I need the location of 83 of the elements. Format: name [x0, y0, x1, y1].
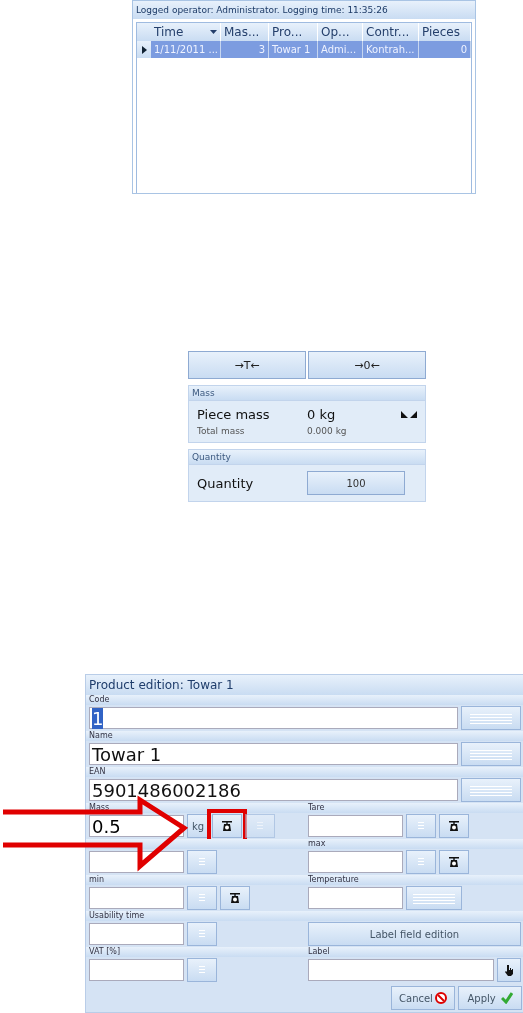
table-cell: Towar 1 — [269, 41, 318, 58]
scale-button[interactable] — [220, 886, 250, 910]
keypad-icon — [197, 964, 207, 976]
field-label: max — [305, 839, 523, 849]
input-field[interactable] — [308, 815, 403, 837]
input-field[interactable] — [89, 887, 184, 909]
zero-button[interactable]: →0← — [308, 351, 426, 379]
field-label: Name — [86, 731, 523, 741]
field-label: Usability time — [86, 911, 305, 921]
input-field[interactable] — [308, 959, 494, 981]
keypad-icon — [197, 856, 207, 868]
keypad-icon — [255, 820, 265, 832]
section-header: Quantity — [188, 449, 426, 464]
keypad-icon — [416, 856, 426, 868]
keypad-icon — [468, 712, 514, 724]
section-header: Mass — [188, 385, 426, 400]
keypad-icon — [197, 928, 207, 940]
scale-icon — [229, 892, 241, 904]
keyboard-button[interactable] — [461, 742, 521, 766]
status-bar: Logged operator: Administrator. Logging time: 11:35:26 — [133, 1, 475, 19]
field-label: EAN — [86, 767, 523, 777]
header-corner — [137, 23, 151, 41]
input-field[interactable] — [89, 959, 184, 981]
table-cell: Kontrah... — [363, 41, 419, 58]
keyboard-button[interactable] — [461, 706, 521, 730]
keypad-icon — [468, 784, 514, 796]
hand-icon — [504, 964, 514, 976]
stable-indicator-icon — [401, 411, 417, 418]
field-label: Code — [86, 695, 523, 705]
total-mass-value: 0.000 kg — [307, 426, 348, 436]
field-label: Label — [305, 947, 523, 957]
keyboard-button[interactable] — [461, 778, 521, 802]
unit-button[interactable]: kg — [187, 814, 209, 838]
input-field[interactable] — [89, 923, 184, 945]
scale-button[interactable] — [439, 850, 469, 874]
input-field[interactable] — [308, 887, 403, 909]
scale-icon — [221, 820, 233, 832]
input-field[interactable] — [89, 851, 184, 873]
quantity-button[interactable]: 100 — [307, 471, 405, 495]
keypad-icon — [411, 892, 457, 904]
field-label: Tare — [305, 803, 523, 813]
column-header[interactable]: Pieces — [419, 23, 471, 41]
apply-button[interactable]: Apply — [458, 986, 522, 1010]
form-title: Product edition: Towar 1 — [86, 675, 523, 695]
cancel-button[interactable]: Cancel — [391, 986, 455, 1010]
column-header[interactable]: Op... — [318, 23, 363, 41]
pointer-button[interactable] — [497, 958, 521, 982]
row-indicator-icon — [141, 45, 147, 54]
table-cell: Admi... — [318, 41, 363, 58]
label-field-edition-button[interactable]: Label field edition — [308, 922, 521, 946]
field-label: Temperature — [305, 875, 523, 885]
keypad-icon — [468, 748, 514, 760]
table-cell: 3 — [221, 41, 269, 58]
tare-button[interactable]: →T← — [188, 351, 306, 379]
column-header[interactable]: Pro... — [269, 23, 318, 41]
scale-icon — [448, 856, 460, 868]
piece-mass-label: Piece mass — [197, 407, 271, 422]
scale-icon — [448, 820, 460, 832]
keypad-button[interactable] — [187, 922, 217, 946]
field-label: min — [86, 875, 305, 885]
total-mass-label: Total mass — [197, 426, 246, 436]
table-cell: 1/11/2011 ... — [151, 41, 221, 58]
field-label: VAT [%] — [86, 947, 305, 957]
input-field[interactable]: 5901486002186 — [89, 779, 458, 801]
column-header[interactable]: Contr... — [363, 23, 419, 41]
input-field[interactable] — [308, 851, 403, 873]
sort-icon — [210, 30, 217, 34]
column-header[interactable]: Mas... — [221, 23, 269, 41]
keypad-icon — [197, 892, 207, 904]
table-cell: 0 — [419, 41, 471, 58]
input-field[interactable]: 0.5 — [89, 815, 184, 837]
scale-button[interactable] — [439, 814, 469, 838]
keypad-button[interactable] — [187, 958, 217, 982]
input-field[interactable]: Towar 1 — [89, 743, 458, 765]
check-icon — [500, 992, 513, 1004]
no-entry-icon — [434, 992, 447, 1004]
keyboard-button[interactable] — [406, 886, 462, 910]
quantity-label: Quantity — [197, 475, 255, 491]
keypad-icon — [416, 820, 426, 832]
column-header[interactable]: Time — [151, 23, 221, 41]
input-field[interactable]: 1 — [89, 707, 458, 729]
keypad-button[interactable] — [187, 850, 217, 874]
piece-mass-value: 0 kg — [307, 407, 337, 422]
